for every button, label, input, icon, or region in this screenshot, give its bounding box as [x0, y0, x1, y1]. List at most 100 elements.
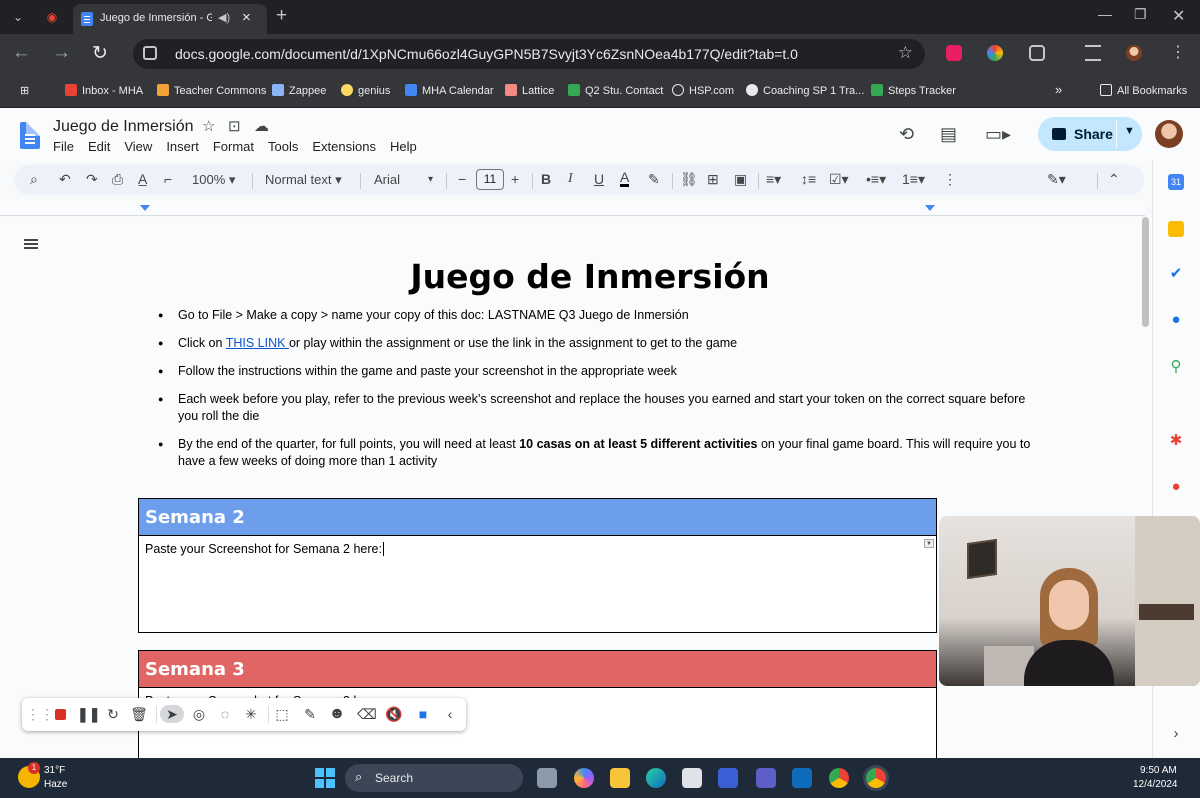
chrome-menu-icon[interactable]: ⋮ [1170, 42, 1186, 62]
hide-menus-icon[interactable]: ⌃ [1108, 171, 1120, 188]
webcam-overlay[interactable] [939, 516, 1200, 686]
edge-icon[interactable] [646, 768, 666, 788]
close-window-button[interactable]: ✕ [1172, 6, 1185, 26]
numbered-list-icon[interactable]: 1≡▾ [902, 171, 925, 188]
paint-format-icon[interactable]: ⌐ [164, 171, 172, 187]
back-icon[interactable]: ← [12, 42, 31, 64]
audio-icon[interactable]: ◀) [218, 11, 230, 24]
menu-edit[interactable]: Edit [88, 139, 110, 154]
document-title[interactable]: Juego de Inmersión [53, 118, 194, 136]
line-spacing-icon[interactable]: ↕≡ [801, 171, 816, 187]
menu-insert[interactable]: Insert [166, 139, 199, 154]
link-icon[interactable]: ⛓ [680, 171, 698, 188]
week-table-semana-2[interactable]: Semana 2 Paste your Screenshot for Seman… [138, 498, 937, 633]
teams-icon[interactable] [756, 768, 776, 788]
camera-toggle-icon[interactable]: ■ [414, 705, 432, 723]
drag-handle-icon[interactable]: ⋮⋮ [26, 705, 54, 723]
new-tab-button[interactable]: + [276, 5, 287, 27]
version-history-icon[interactable]: ⟲ [899, 124, 914, 145]
share-button[interactable]: Share ▼ [1038, 117, 1142, 151]
bookmark-zappee[interactable]: Zappee [272, 84, 326, 97]
bookmark-teacher-commons[interactable]: Teacher Commons [157, 84, 266, 97]
text-color-icon[interactable]: A [620, 170, 630, 187]
menu-format[interactable]: Format [213, 139, 254, 154]
bold-icon[interactable]: B [541, 171, 551, 187]
insert-image-icon[interactable]: ▣ [734, 171, 747, 188]
bookmark-lattice[interactable]: Lattice [505, 84, 554, 97]
bookmark-hsp[interactable]: HSP.com [672, 84, 734, 97]
region-select-icon[interactable]: ⬚ [273, 705, 291, 723]
pen-tool-icon[interactable]: ✎ [301, 705, 319, 723]
close-tab-icon[interactable]: × [242, 9, 251, 26]
bookmark-coaching[interactable]: Coaching SP 1 Tra... [746, 84, 864, 97]
right-indent-marker[interactable] [925, 205, 935, 211]
extension-color-icon[interactable] [987, 45, 1003, 61]
document-outline-icon[interactable] [24, 239, 38, 249]
profile-avatar[interactable] [1126, 45, 1142, 61]
copilot-icon[interactable] [574, 768, 594, 788]
bookmark-inbox[interactable]: Inbox - MHA [65, 84, 143, 97]
minimize-button[interactable]: — [1098, 6, 1112, 22]
reading-list-icon[interactable] [1085, 45, 1101, 61]
spotlight-icon[interactable]: ◌ [216, 705, 234, 723]
stop-recording-button[interactable] [51, 705, 69, 723]
spellcheck-icon[interactable]: A̲ [138, 171, 147, 187]
ruler[interactable] [0, 200, 1145, 216]
restore-button[interactable]: ❐ [1134, 6, 1147, 23]
collapse-toolbar-icon[interactable]: ‹ [441, 705, 459, 723]
all-bookmarks[interactable]: All Bookmarks [1100, 84, 1187, 97]
bookmark-star-icon[interactable]: ☆ [898, 43, 913, 63]
bookmark-mha-calendar[interactable]: MHA Calendar [405, 84, 494, 97]
cloud-status-icon[interactable]: ☁ [254, 117, 269, 135]
account-avatar[interactable] [1155, 120, 1183, 148]
delete-icon[interactable]: 🗑 [130, 705, 148, 723]
restart-icon[interactable]: ↻ [104, 705, 122, 723]
bookmark-steps-tracker[interactable]: Steps Tracker [871, 84, 956, 97]
store-icon[interactable] [682, 768, 702, 788]
click-highlight-icon[interactable]: ◎ [190, 705, 208, 723]
site-info-icon[interactable] [143, 46, 157, 60]
tasks-icon[interactable]: ✔ [1168, 266, 1184, 282]
redo-icon[interactable]: ↷ [86, 171, 98, 188]
menu-file[interactable]: File [53, 139, 74, 154]
left-indent-marker[interactable] [140, 205, 150, 211]
cursor-tool-icon[interactable]: ➤ [160, 705, 184, 723]
checklist-icon[interactable]: ☑▾ [829, 171, 849, 188]
font-chevron-icon[interactable]: ▾ [428, 174, 433, 185]
tab-search-icon[interactable]: ⌄ [8, 7, 28, 27]
more-options-icon[interactable]: ⋮ [943, 171, 957, 188]
address-bar[interactable]: docs.google.com/document/d/1XpNCmu66ozl4… [133, 39, 925, 69]
undo-icon[interactable]: ↶ [59, 171, 71, 188]
reload-icon[interactable]: ↻ [92, 42, 108, 65]
meet-icon[interactable]: ▭▸ [985, 124, 1011, 145]
voice-icon[interactable]: ● [1168, 479, 1184, 495]
italic-icon[interactable]: I [568, 171, 573, 187]
addon-icon[interactable]: ✱ [1168, 433, 1184, 449]
increase-font-icon[interactable]: + [511, 171, 519, 187]
weather-temperature[interactable]: 31°F [44, 765, 65, 776]
font-select[interactable]: Arial [374, 172, 400, 187]
taskbar-search[interactable]: ⌕ Search [345, 764, 523, 792]
cursor-effect-icon[interactable]: ✳ [242, 705, 260, 723]
file-explorer-icon[interactable] [610, 768, 630, 788]
keep-icon[interactable] [1168, 221, 1184, 237]
contacts-icon[interactable]: ● [1168, 312, 1184, 328]
font-size-input[interactable]: 11 [476, 169, 504, 190]
comments-icon[interactable]: ▤ [940, 124, 957, 145]
docs-logo-icon[interactable] [20, 122, 40, 149]
bookmark-q2-contact[interactable]: Q2 Stu. Contact [568, 84, 663, 97]
bookmark-genius[interactable]: genius [341, 84, 390, 97]
browser-tab-active[interactable]: Juego de Inmersión - Go ◀) × [73, 4, 267, 34]
windows-start-icon[interactable] [315, 768, 335, 788]
decrease-font-icon[interactable]: − [458, 171, 466, 187]
cell-menu-icon[interactable]: ▼ [924, 539, 934, 548]
menu-extensions[interactable]: Extensions [312, 139, 376, 154]
media-icon[interactable] [718, 768, 738, 788]
weather-description[interactable]: Haze [44, 779, 67, 790]
emoji-icon[interactable]: ☻ [328, 705, 346, 723]
highlight-icon[interactable]: ✎ [648, 171, 660, 188]
zoom-select[interactable]: 100% ▾ [192, 172, 235, 188]
maps-icon[interactable]: ⚲ [1168, 359, 1184, 375]
clock-date[interactable]: 12/4/2024 [1133, 779, 1178, 790]
extensions-puzzle-icon[interactable] [1029, 45, 1045, 61]
